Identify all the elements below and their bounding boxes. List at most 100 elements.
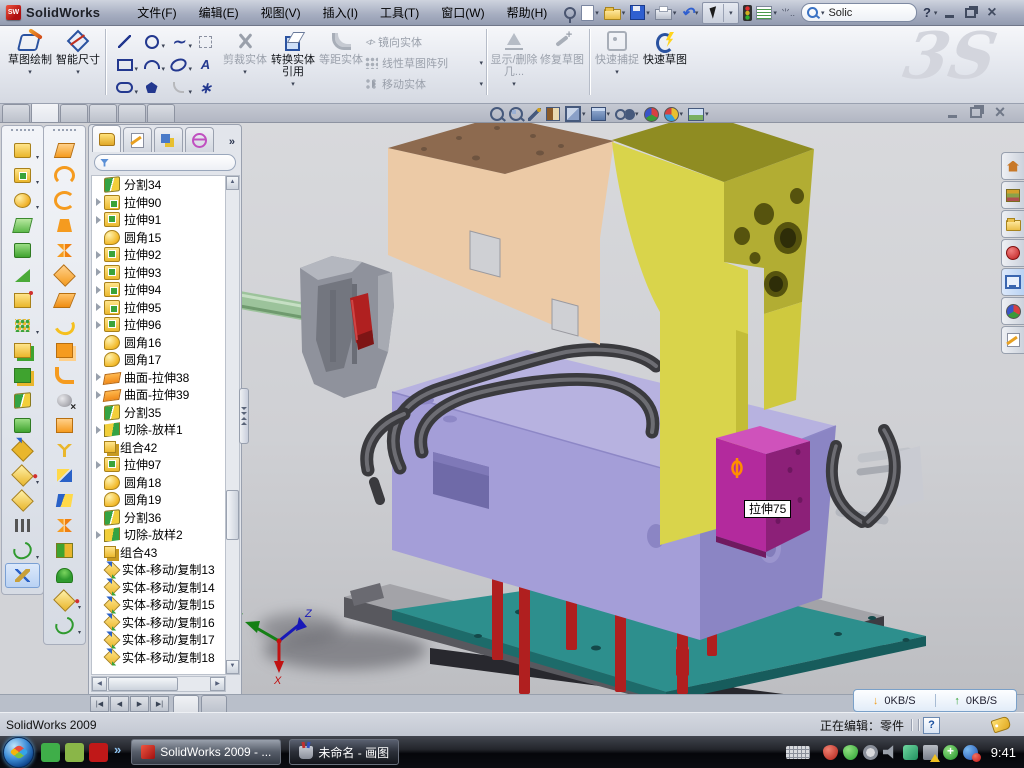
insert-part-icon[interactable]: [5, 463, 40, 488]
expand-arrow-icon[interactable]: [95, 426, 104, 434]
tag-icon[interactable]: [990, 716, 1011, 734]
tab-scroll-button[interactable]: ▶|: [150, 696, 169, 712]
fillet-icon[interactable]: [5, 188, 40, 213]
section-view-icon[interactable]: [546, 105, 560, 123]
filled-surface-icon[interactable]: [47, 213, 82, 238]
zoom-fit-icon[interactable]: [490, 105, 504, 123]
offset-entities-button[interactable]: 等距实体: [317, 25, 365, 99]
expand-arrow-icon[interactable]: [95, 268, 104, 276]
search-input[interactable]: [826, 6, 890, 20]
slot-icon[interactable]: [111, 76, 138, 99]
tooling-split-icon[interactable]: [47, 538, 82, 563]
spline-icon[interactable]: [165, 30, 192, 53]
network-speed-widget[interactable]: 0KB/S 0KB/S: [853, 689, 1017, 712]
smart-dimension-button[interactable]: 智能尺寸: [54, 25, 102, 99]
boundary-boss-icon[interactable]: [5, 488, 40, 513]
thicken-icon[interactable]: [47, 363, 82, 388]
linear-pattern-icon[interactable]: [5, 313, 40, 338]
draft-icon[interactable]: [5, 263, 40, 288]
spiral-icon[interactable]: [47, 613, 82, 638]
ribbon-tab[interactable]: [60, 104, 88, 122]
antivirus-icon[interactable]: [823, 745, 838, 760]
mirror-entities-button[interactable]: 镜向实体: [365, 31, 483, 52]
convert-entities-button[interactable]: 转换实体引用: [269, 25, 317, 99]
view-palette-icon[interactable]: [1001, 268, 1024, 296]
health-shield-icon[interactable]: [943, 745, 958, 760]
expand-arrow-icon[interactable]: [95, 531, 104, 539]
taskbar-task-button[interactable]: SolidWorks 2009 - ...: [131, 739, 281, 765]
feature-tree-item[interactable]: 组合42: [92, 439, 225, 457]
circle-icon[interactable]: [138, 30, 165, 53]
open-icon[interactable]: [602, 3, 628, 23]
polygon-icon[interactable]: [138, 76, 165, 99]
solidworks-resources-icon[interactable]: [1001, 152, 1024, 180]
move-entities-button[interactable]: 移动实体: [365, 73, 483, 94]
offset-surface-icon[interactable]: [47, 263, 82, 288]
scheduler-icon[interactable]: [863, 745, 878, 760]
core-icon[interactable]: [47, 563, 82, 588]
feature-tree-item[interactable]: 分割35: [92, 404, 225, 422]
view-settings-icon[interactable]: [688, 105, 709, 123]
helix-icon[interactable]: [5, 538, 40, 563]
undo-icon[interactable]: [679, 3, 700, 23]
design-tree-tab[interactable]: [92, 125, 121, 152]
close-button[interactable]: [983, 5, 1000, 20]
lofted-surface-icon[interactable]: [47, 163, 82, 188]
scroll-down-icon[interactable]: ▼: [226, 660, 239, 674]
configuration-manager-tab[interactable]: [154, 127, 183, 152]
menu-item[interactable]: 编辑(E): [188, 4, 250, 21]
view-orientation-icon[interactable]: [591, 105, 611, 123]
tab-scroll-button[interactable]: ◀: [110, 696, 129, 712]
linear-sketch-pattern-button[interactable]: 线性草图阵列: [365, 52, 483, 73]
feature-tree-item[interactable]: 曲面-拉伸39: [92, 386, 225, 404]
volume-icon[interactable]: [883, 745, 898, 760]
shell-icon[interactable]: [5, 238, 40, 263]
feature-tree-item[interactable]: 圆角16: [92, 334, 225, 352]
model-canvas[interactable]: X Y Z: [240, 122, 1024, 694]
magnifying-glass-icon[interactable]: [528, 105, 541, 123]
model-tab[interactable]: [173, 695, 199, 713]
selection-box-icon[interactable]: [192, 30, 219, 53]
feature-tree-item[interactable]: 拉伸92: [92, 246, 225, 264]
ellipse-icon[interactable]: [165, 53, 192, 76]
measure-icon[interactable]: [5, 563, 40, 588]
feature-tree-item[interactable]: 圆角18: [92, 474, 225, 492]
new-file-icon[interactable]: [579, 3, 601, 23]
update-status-icon[interactable]: [963, 745, 978, 760]
menu-item[interactable]: 窗口(W): [430, 4, 495, 21]
toolbar-grip[interactable]: [11, 129, 34, 135]
expand-arrow-icon[interactable]: [95, 198, 104, 206]
feature-tree-item[interactable]: 拉伸91: [92, 211, 225, 229]
rib-icon[interactable]: [5, 213, 40, 238]
feature-tree-item[interactable]: 切除-放样1: [92, 421, 225, 439]
feature-tree-item[interactable]: 曲面-拉伸38: [92, 369, 225, 387]
tree-vertical-scrollbar[interactable]: ▲ ▼: [225, 175, 240, 675]
extruded-boss-icon[interactable]: [5, 138, 40, 163]
parting-surface-icon[interactable]: [47, 488, 82, 513]
repair-sketch-button[interactable]: 修复草图: [538, 25, 586, 99]
draft-analysis-icon[interactable]: [47, 463, 82, 488]
split-icon[interactable]: [5, 388, 40, 413]
toolbar-grip[interactable]: [53, 129, 76, 135]
knit-surface-icon[interactable]: [47, 338, 82, 363]
line-icon[interactable]: [111, 30, 138, 53]
sync-icon[interactable]: [903, 745, 918, 760]
tab-scroll-button[interactable]: ▶: [130, 696, 149, 712]
expand-arrow-icon[interactable]: [95, 303, 104, 311]
top-clamp-plate[interactable]: [388, 122, 614, 345]
quick-snaps-button[interactable]: 快速捕捉: [593, 25, 641, 99]
property-manager-tab[interactable]: [123, 127, 152, 152]
search-box[interactable]: [801, 3, 917, 22]
ribbon-tab[interactable]: [89, 104, 117, 122]
feature-tree-item[interactable]: 圆角17: [92, 351, 225, 369]
tab-scroll-button[interactable]: |◀: [90, 696, 109, 712]
rapid-sketch-button[interactable]: 快速草图: [641, 25, 689, 99]
feature-tree-item[interactable]: 分割34: [92, 176, 225, 194]
options-button[interactable]: [754, 3, 779, 23]
ribbon-tab[interactable]: [118, 104, 146, 122]
feature-tree-item[interactable]: 拉伸97: [92, 456, 225, 474]
graphics-area[interactable]: X Y Z 拉伸75: [240, 122, 1024, 694]
select-tool[interactable]: [702, 2, 739, 24]
security-shield-icon[interactable]: [843, 745, 858, 760]
parting-line-icon[interactable]: [47, 438, 82, 463]
